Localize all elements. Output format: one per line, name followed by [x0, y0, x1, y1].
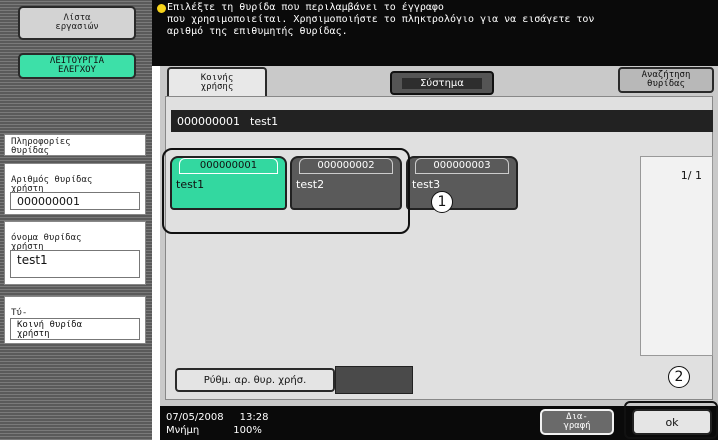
memory-value: 100% — [233, 425, 262, 436]
page-indicator: 1/ 1 — [680, 169, 702, 182]
box-list-area — [165, 96, 713, 400]
box-type-value: Κοινή θυρίδα χρήστη — [10, 318, 140, 340]
box-info-heading: Πληροφορίες θυρίδας — [4, 134, 146, 156]
utility-button[interactable]: ΛΕΙΤΟΥΡΓΙΑ ΕΛΕΓΧΟΥ — [18, 53, 136, 79]
instruction-message: Επιλέξτε τη θυρίδα που περιλαμβάνει το έ… — [167, 2, 595, 37]
memory-label: Μνήμη — [166, 425, 200, 436]
user-box-number: 000000003 — [415, 158, 509, 174]
page-indicator-panel: 1/ 1 — [640, 156, 713, 356]
status-date: 07/05/2008 — [166, 412, 224, 423]
delete-button[interactable]: Δια- γραφή — [540, 409, 614, 435]
tab-system[interactable]: Σύστημα — [390, 71, 494, 95]
set-box-number-button[interactable]: Ρύθμ. αρ. θυρ. χρήσ. — [175, 368, 335, 392]
tab-public[interactable]: Κοινής χρήσης — [167, 67, 267, 97]
lightbulb-icon — [157, 4, 166, 13]
callout-highlight-boxes — [162, 148, 410, 234]
screen: Λίστα εργασιών ΛΕΙΤΟΥΡΓΙΑ ΕΛΕΓΧΟΥ Πληροφ… — [0, 0, 718, 440]
selected-box-number: 000000001 — [177, 114, 240, 128]
box-number-value: 000000001 — [10, 192, 140, 210]
callout-1: 1 — [431, 191, 453, 213]
search-box-button[interactable]: Αναζήτηση θυρίδας — [618, 67, 714, 93]
callout-2: 2 — [668, 366, 690, 388]
selected-box-name: test1 — [250, 114, 279, 128]
callout-highlight-ok — [624, 401, 718, 439]
selected-box-display: 000000001 test1 — [171, 110, 713, 132]
user-box-3[interactable]: 000000003 test3 — [406, 156, 518, 210]
box-number-input-field[interactable] — [335, 366, 413, 394]
job-list-button[interactable]: Λίστα εργασιών — [18, 6, 136, 40]
status-bar: 07/05/2008 13:28 Μνήμη 100% — [160, 406, 532, 440]
tab-system-label: Σύστημα — [402, 77, 482, 89]
status-time: 13:28 — [239, 412, 269, 423]
box-name-value: test1 — [10, 250, 140, 278]
user-box-name: test3 — [412, 178, 441, 191]
